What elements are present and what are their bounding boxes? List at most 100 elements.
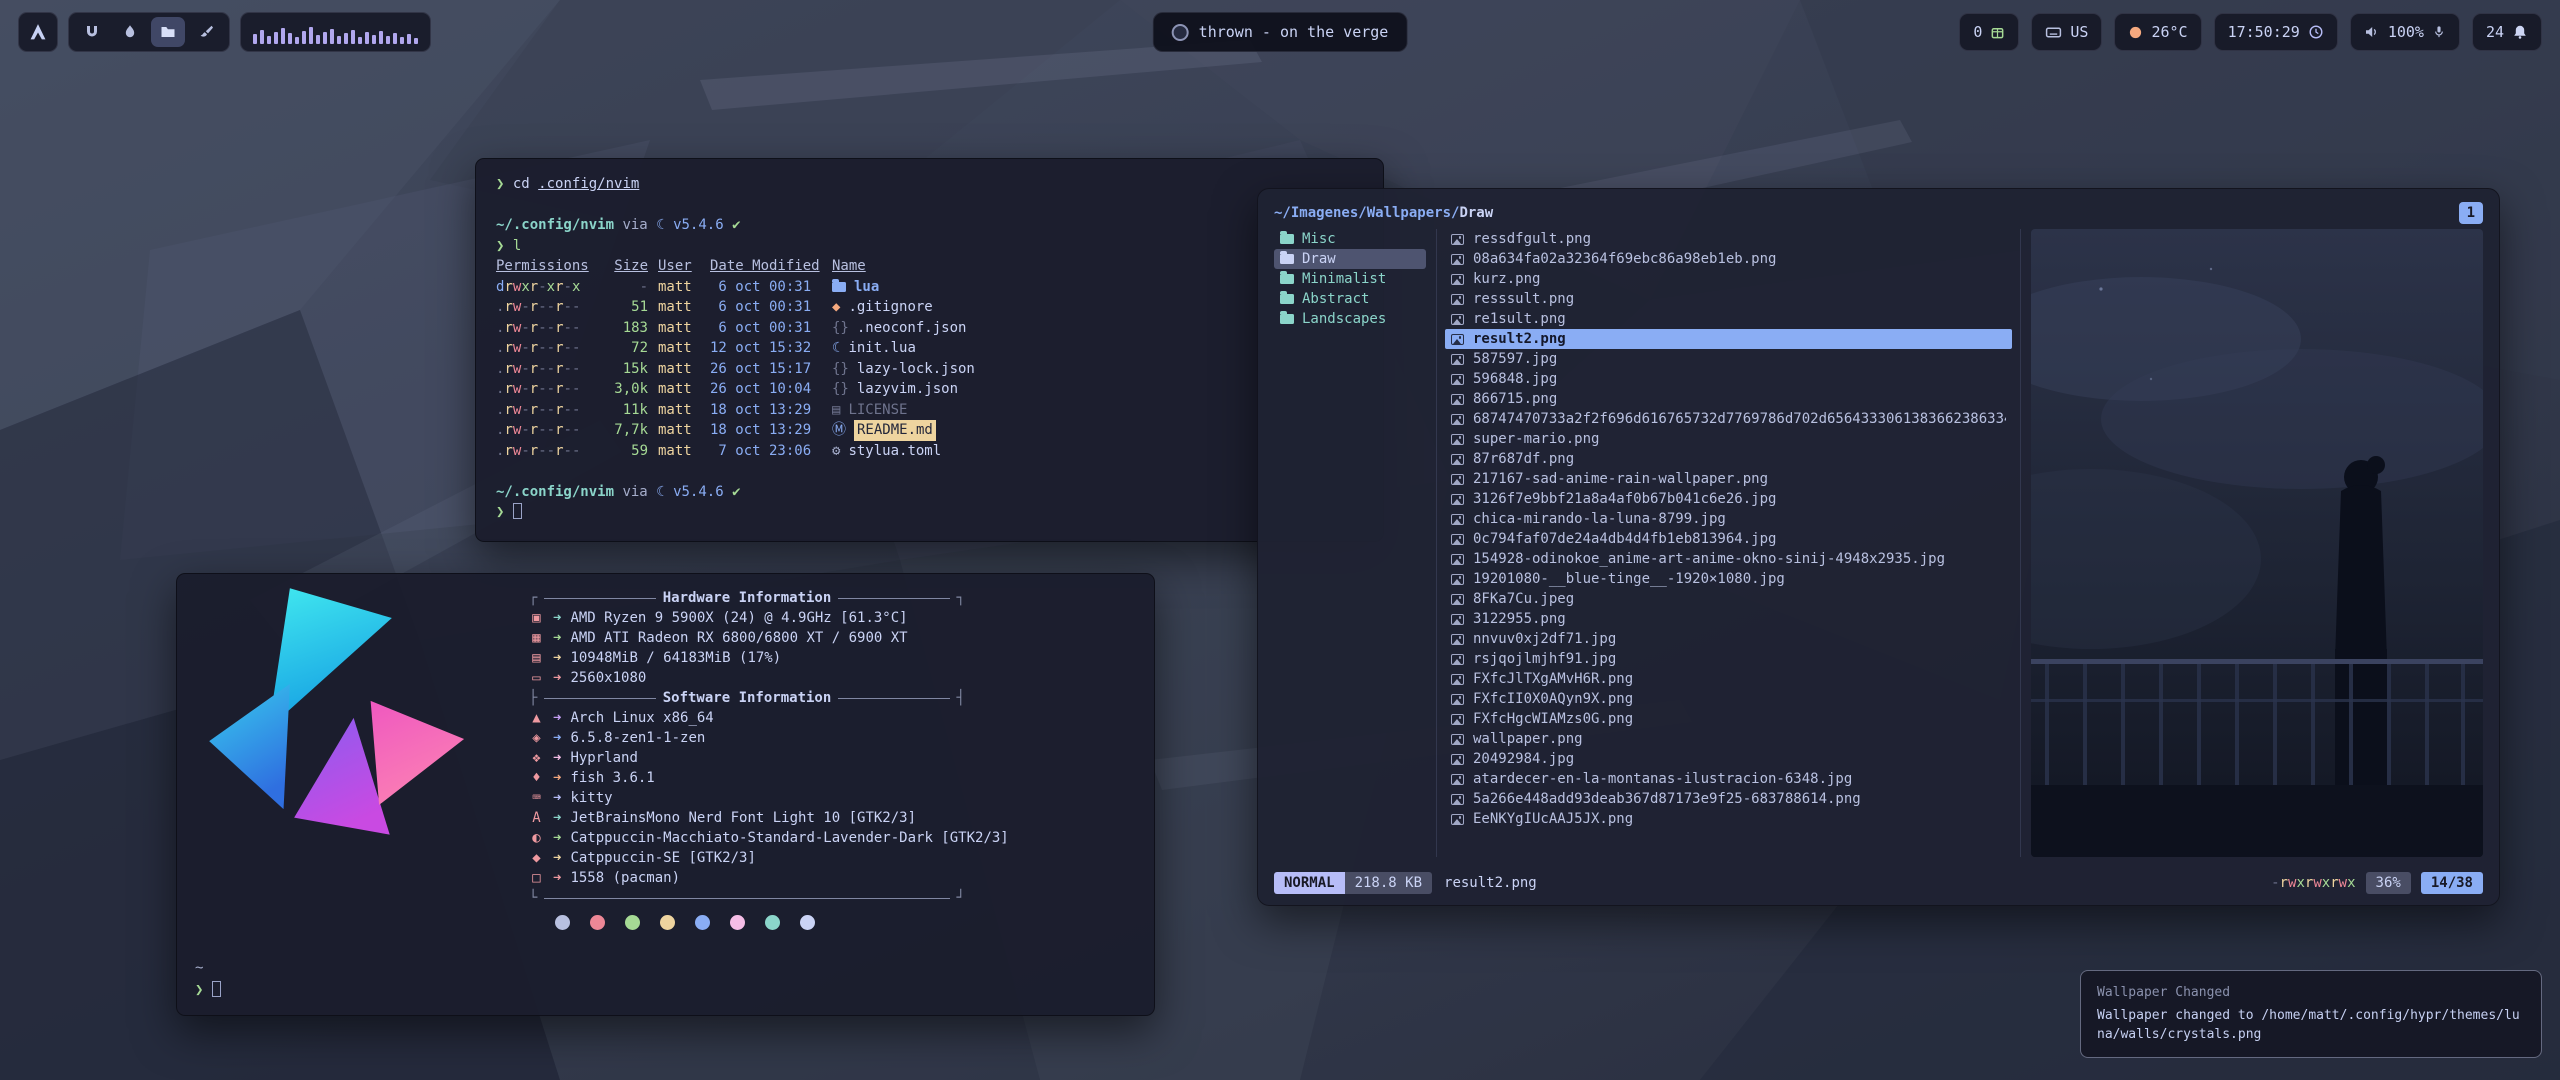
file-row[interactable]: re1sult.png bbox=[1445, 309, 2012, 329]
crystal-logo bbox=[193, 584, 493, 892]
notifications-widget[interactable]: 24 bbox=[2472, 13, 2542, 51]
file-row[interactable]: 87r687df.png bbox=[1445, 449, 2012, 469]
file-row[interactable]: atardecer-en-la-montanas-ilustracion-634… bbox=[1445, 769, 2012, 789]
section-title: Hardware Information bbox=[663, 588, 832, 608]
clock-widget[interactable]: 17:50:29 bbox=[2214, 13, 2338, 51]
info-row: ▣➜AMD Ryzen 9 5900X (24) @ 4.9GHz [61.3°… bbox=[529, 608, 1141, 628]
file-row[interactable]: FXfcHgcWIAMzs0G.png bbox=[1445, 709, 2012, 729]
image-file-icon bbox=[1451, 814, 1464, 825]
brush-icon bbox=[198, 24, 214, 40]
magnet-icon bbox=[84, 24, 100, 40]
file-manager-body: MiscDrawMinimalistAbstractLandscapes res… bbox=[1274, 229, 2483, 857]
info-value: 2560x1080 bbox=[570, 668, 646, 688]
file-row[interactable]: FXfcJlTXgAMvH6R.png bbox=[1445, 669, 2012, 689]
file-row[interactable]: 217167-sad-anime-rain-wallpaper.png bbox=[1445, 469, 2012, 489]
ls-file-row: .rw-r--r--11kmatt18 oct 13:29▤LICENSE bbox=[496, 400, 1363, 421]
file-row[interactable]: 154928-odinokoe_anime-art-anime-okno-sin… bbox=[1445, 549, 2012, 569]
notification-title: Wallpaper Changed bbox=[2097, 983, 2525, 1002]
notification-popup[interactable]: Wallpaper Changed Wallpaper changed to /… bbox=[2080, 970, 2542, 1058]
palette-dot bbox=[660, 915, 675, 930]
section-header: ├Software Information┤ bbox=[529, 688, 965, 708]
image-file-icon bbox=[1451, 394, 1464, 405]
workspace-folder-button[interactable] bbox=[151, 17, 185, 47]
file-row[interactable]: 20492984.jpg bbox=[1445, 749, 2012, 769]
volume-value: 100% bbox=[2388, 23, 2424, 41]
file-row[interactable]: nnvuv0xj2df71.jpg bbox=[1445, 629, 2012, 649]
sidebar-folder[interactable]: Minimalist bbox=[1274, 269, 1426, 289]
sidebar-folder[interactable]: Abstract bbox=[1274, 289, 1426, 309]
file-row[interactable]: 0c794faf07de24a4db4d4fb1eb813964.jpg bbox=[1445, 529, 2012, 549]
updates-widget[interactable]: 0 bbox=[1959, 13, 2019, 51]
palette-dot bbox=[555, 915, 570, 930]
tab-badge[interactable]: 1 bbox=[2459, 202, 2483, 224]
file-permissions: -rwxrwxrwx bbox=[2271, 875, 2355, 891]
arrow-icon: ➜ bbox=[553, 648, 561, 668]
arrow-icon: ➜ bbox=[553, 668, 561, 688]
info-value: Arch Linux x86_64 bbox=[570, 708, 713, 728]
terminal-icon: ⌨ bbox=[529, 788, 544, 808]
entry-name: init.lua bbox=[848, 338, 915, 359]
file-row[interactable]: result2.png bbox=[1445, 329, 2012, 349]
section-title: Software Information bbox=[663, 688, 832, 708]
image-file-icon bbox=[1451, 674, 1464, 685]
bell-icon bbox=[2512, 24, 2528, 40]
palette-dot bbox=[695, 915, 710, 930]
music-widget[interactable]: thrown - on the verge bbox=[1153, 12, 1408, 52]
file-row[interactable]: super-mario.png bbox=[1445, 429, 2012, 449]
file-name: FXfcHgcWIAMzs0G.png bbox=[1473, 711, 1633, 727]
shell-prompt: ~❯ bbox=[195, 957, 221, 1001]
clock-time: 17:50:29 bbox=[2228, 23, 2300, 41]
file-name: 596848.jpg bbox=[1473, 371, 1557, 387]
sidebar-folder[interactable]: Landscapes bbox=[1274, 309, 1426, 329]
file-row[interactable]: 08a634fa02a32364f69ebc86a98eb1eb.png bbox=[1445, 249, 2012, 269]
prompt-context: ~/.config/nvim via ☾ v5.4.6 ✔ bbox=[496, 215, 1363, 236]
image-file-icon bbox=[1451, 374, 1464, 385]
sidebar-folder[interactable]: Draw bbox=[1274, 249, 1426, 269]
palette-dot bbox=[590, 915, 605, 930]
file-row[interactable]: 587597.jpg bbox=[1445, 349, 2012, 369]
os-icon: ▲ bbox=[529, 708, 544, 728]
image-file-icon bbox=[1451, 634, 1464, 645]
volume-widget[interactable]: 100% bbox=[2350, 13, 2460, 51]
info-row: ◆➜Catppuccin-SE [GTK2/3] bbox=[529, 848, 1141, 868]
workspace-brush-button[interactable] bbox=[189, 17, 223, 47]
lua-icon: ☾ bbox=[656, 484, 664, 500]
workspace-flame-button[interactable] bbox=[113, 17, 147, 47]
file-row[interactable]: 3122955.png bbox=[1445, 609, 2012, 629]
visualizer-bar bbox=[288, 33, 292, 44]
keyboard-layout-widget[interactable]: US bbox=[2031, 13, 2102, 51]
json-icon: {} bbox=[832, 379, 849, 400]
launcher-button[interactable] bbox=[18, 12, 58, 52]
arrow-icon: ➜ bbox=[553, 848, 561, 868]
file-row[interactable]: chica-mirando-la-luna-8799.jpg bbox=[1445, 509, 2012, 529]
file-row[interactable]: 8FKa7Cu.jpeg bbox=[1445, 589, 2012, 609]
file-row[interactable]: 596848.jpg bbox=[1445, 369, 2012, 389]
file-name: 217167-sad-anime-rain-wallpaper.png bbox=[1473, 471, 1768, 487]
blank-line bbox=[496, 461, 1363, 482]
visualizer-bar bbox=[365, 32, 369, 44]
file-row[interactable]: 866715.png bbox=[1445, 389, 2012, 409]
file-name: resssult.png bbox=[1473, 291, 1574, 307]
wm-icon: ❖ bbox=[529, 748, 544, 768]
workspace-magnet-button[interactable] bbox=[75, 17, 109, 47]
file-row[interactable]: 19201080-__blue-tinge__-1920×1080.jpg bbox=[1445, 569, 2012, 589]
sidebar-folder[interactable]: Misc bbox=[1274, 229, 1426, 249]
file-row[interactable]: 3126f7e9bbf21a8a4af0b67b041c6e26.jpg bbox=[1445, 489, 2012, 509]
file-row[interactable]: rsjqojlmjhf91.jpg bbox=[1445, 649, 2012, 669]
file-row[interactable]: ressdfgult.png bbox=[1445, 229, 2012, 249]
file-row[interactable]: 68747470733a2f2f696d616765732d7769786d70… bbox=[1445, 409, 2012, 429]
file-row[interactable]: EeNKYgIUcAAJ5JX.png bbox=[1445, 809, 2012, 829]
info-value: Catppuccin-Macchiato-Standard-Lavender-D… bbox=[570, 828, 1008, 848]
file-row[interactable]: kurz.png bbox=[1445, 269, 2012, 289]
system-info: ┌Hardware Information┐▣➜AMD Ryzen 9 5900… bbox=[529, 588, 1141, 932]
folder-icon bbox=[832, 282, 846, 292]
file-row[interactable]: FXfcII0X0AQyn9X.png bbox=[1445, 689, 2012, 709]
file-name: 5a266e448add93deab367d87173e9f25-6837886… bbox=[1473, 791, 1861, 807]
file-row[interactable]: wallpaper.png bbox=[1445, 729, 2012, 749]
image-file-icon bbox=[1451, 774, 1464, 785]
info-row: ▤➜10948MiB / 64183MiB (17%) bbox=[529, 648, 1141, 668]
file-row[interactable]: resssult.png bbox=[1445, 289, 2012, 309]
file-row[interactable]: 5a266e448add93deab367d87173e9f25-6837886… bbox=[1445, 789, 2012, 809]
file-size: 218.8 KB bbox=[1345, 872, 1432, 894]
weather-widget[interactable]: 26°C bbox=[2114, 13, 2201, 51]
